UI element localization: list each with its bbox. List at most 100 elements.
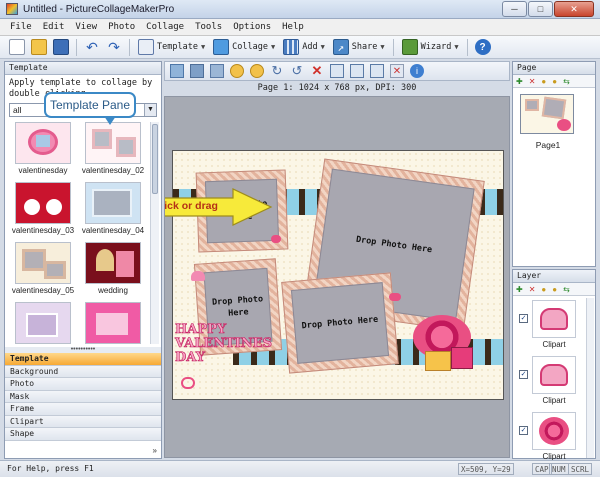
add-button[interactable]: Add ▼ bbox=[283, 39, 325, 55]
scrollbar-thumb[interactable] bbox=[152, 124, 158, 194]
wizard-button[interactable]: Wizard ▼ bbox=[401, 39, 459, 55]
layer-item[interactable]: ✓ Clipart bbox=[516, 300, 586, 356]
menu-view[interactable]: View bbox=[75, 22, 97, 32]
layer-panel-header: Layer bbox=[513, 270, 595, 283]
size-icon[interactable] bbox=[370, 64, 384, 78]
template-panel: Template Apply template to collage by do… bbox=[4, 61, 162, 459]
drop-photo-label: Drop Photo Here bbox=[301, 314, 379, 332]
bring-forward-icon[interactable] bbox=[230, 64, 244, 78]
drop-photo-line: Drop Photo bbox=[211, 294, 264, 308]
template-item-valentinesday-03[interactable]: valentinesday_03 bbox=[10, 182, 76, 238]
template-thumbnail bbox=[15, 122, 71, 164]
fit-icon[interactable] bbox=[210, 64, 224, 78]
photo-frame[interactable]: Drop Photo Here bbox=[281, 272, 399, 374]
more-categories-icon[interactable]: » bbox=[153, 446, 157, 455]
add-button-label: Add bbox=[302, 42, 318, 52]
page-panel-header: Page bbox=[513, 62, 595, 75]
chevron-down-icon: ▼ bbox=[271, 43, 276, 51]
share-button[interactable]: ↗ Share ▼ bbox=[332, 39, 385, 55]
heart-icon[interactable] bbox=[191, 271, 205, 281]
delete-layer-icon[interactable]: ✕ bbox=[529, 285, 536, 294]
crop-icon[interactable] bbox=[170, 64, 184, 78]
minimize-button[interactable]: ─ bbox=[502, 1, 527, 17]
save-disk-icon[interactable] bbox=[53, 39, 69, 55]
layer-down-icon[interactable]: ● bbox=[552, 285, 557, 294]
category-photo[interactable]: Photo bbox=[5, 378, 161, 391]
template-item-valentinesday-05[interactable]: valentinesday_05 bbox=[10, 242, 76, 298]
move-up-icon[interactable]: ● bbox=[541, 77, 546, 86]
add-page-icon[interactable]: ✚ bbox=[516, 77, 523, 86]
category-mask[interactable]: Mask bbox=[5, 390, 161, 403]
collage-workspace[interactable]: Drop Photo Here Drop Photo Here Drop Pho… bbox=[164, 96, 510, 458]
maximize-button[interactable]: □ bbox=[528, 1, 553, 17]
layer-item[interactable]: ✓ Clipart bbox=[516, 356, 586, 412]
add-grid-icon bbox=[283, 39, 300, 55]
layer-up-icon[interactable]: ● bbox=[541, 285, 546, 294]
template-item-valentinesday-02[interactable]: valentinesday_02 bbox=[80, 122, 146, 178]
category-clipart[interactable]: Clipart bbox=[5, 415, 161, 428]
heart-icon[interactable] bbox=[271, 235, 281, 243]
chevron-down-icon: ▼ bbox=[454, 43, 459, 51]
rotate-left-icon[interactable]: ↺ bbox=[290, 63, 304, 78]
template-thumbnail bbox=[85, 302, 141, 344]
photo-edit-icon[interactable] bbox=[190, 64, 204, 78]
page-thumbnail[interactable] bbox=[520, 94, 574, 134]
delete-icon[interactable]: ✕ bbox=[310, 63, 324, 78]
add-layer-icon[interactable]: ✚ bbox=[516, 285, 523, 294]
toolbar-separator bbox=[466, 38, 468, 56]
swap-layer-icon[interactable]: ⇆ bbox=[563, 285, 570, 294]
remove-layer-icon[interactable]: ✕ bbox=[390, 64, 404, 78]
send-backward-icon[interactable] bbox=[250, 64, 264, 78]
rotate-right-icon[interactable]: ↻ bbox=[270, 63, 284, 78]
category-background[interactable]: Background bbox=[5, 365, 161, 378]
menu-file[interactable]: File bbox=[10, 22, 32, 32]
open-folder-icon[interactable] bbox=[31, 39, 47, 55]
duplicate-page-icon[interactable]: ⇆ bbox=[563, 77, 570, 86]
chevron-down-icon: ▼ bbox=[200, 43, 206, 51]
heart-icon[interactable] bbox=[389, 293, 401, 301]
layer-visibility-checkbox[interactable]: ✓ bbox=[519, 314, 528, 323]
template-item-wedding[interactable]: wedding bbox=[80, 242, 146, 298]
template-item-valentinesday[interactable]: valentinesday bbox=[10, 122, 76, 178]
drop-zone[interactable]: Drop Photo Here bbox=[290, 282, 390, 364]
layer-visibility-checkbox[interactable]: ✓ bbox=[519, 370, 528, 379]
info-icon[interactable]: i bbox=[410, 64, 424, 78]
distribute-icon[interactable] bbox=[350, 64, 364, 78]
delete-page-icon[interactable]: ✕ bbox=[529, 77, 536, 86]
new-file-icon[interactable] bbox=[9, 39, 25, 55]
category-shape[interactable]: Shape bbox=[5, 428, 161, 441]
main-toolbar: ↶ ↷ Template ▼ Collage ▼ Add ▼ ↗ Share ▼… bbox=[0, 36, 600, 59]
layer-scrollbar[interactable] bbox=[586, 298, 594, 458]
page-panel-toolbar: ✚ ✕ ● ● ⇆ bbox=[513, 75, 595, 88]
template-button[interactable]: Template ▼ bbox=[138, 39, 205, 55]
chevron-down-icon: ▼ bbox=[320, 43, 325, 51]
template-item[interactable] bbox=[80, 302, 146, 344]
menu-photo[interactable]: Photo bbox=[108, 22, 135, 32]
menu-help[interactable]: Help bbox=[282, 22, 304, 32]
collage-button[interactable]: Collage ▼ bbox=[213, 39, 275, 55]
close-button[interactable]: ✕ bbox=[554, 1, 594, 17]
menu-tools[interactable]: Tools bbox=[195, 22, 222, 32]
undo-icon[interactable]: ↶ bbox=[84, 39, 100, 55]
align-icon[interactable] bbox=[330, 64, 344, 78]
redo-icon[interactable]: ↷ bbox=[106, 39, 122, 55]
menu-edit[interactable]: Edit bbox=[43, 22, 65, 32]
app-icon bbox=[6, 3, 18, 15]
help-icon[interactable]: ? bbox=[474, 39, 491, 55]
heart-balloons-clipart[interactable] bbox=[405, 311, 477, 373]
template-item-label: valentinesday_05 bbox=[11, 286, 75, 295]
template-item-valentinesday-04[interactable]: valentinesday_04 bbox=[80, 182, 146, 238]
layer-visibility-checkbox[interactable]: ✓ bbox=[519, 426, 528, 435]
menu-collage[interactable]: Collage bbox=[146, 22, 184, 32]
template-scrollbar[interactable] bbox=[150, 122, 159, 344]
category-template[interactable]: Template bbox=[5, 353, 161, 366]
template-item-label: wedding bbox=[98, 286, 128, 295]
menu-options[interactable]: Options bbox=[233, 22, 271, 32]
category-frame[interactable]: Frame bbox=[5, 403, 161, 416]
heart-outline-icon[interactable] bbox=[181, 377, 195, 389]
move-down-icon[interactable]: ● bbox=[552, 77, 557, 86]
template-item[interactable] bbox=[10, 302, 76, 344]
page-label: Page1 bbox=[535, 140, 561, 150]
drop-photo-label: Drop Photo Here bbox=[355, 234, 433, 256]
template-item-label: valentinesday_03 bbox=[11, 226, 75, 235]
